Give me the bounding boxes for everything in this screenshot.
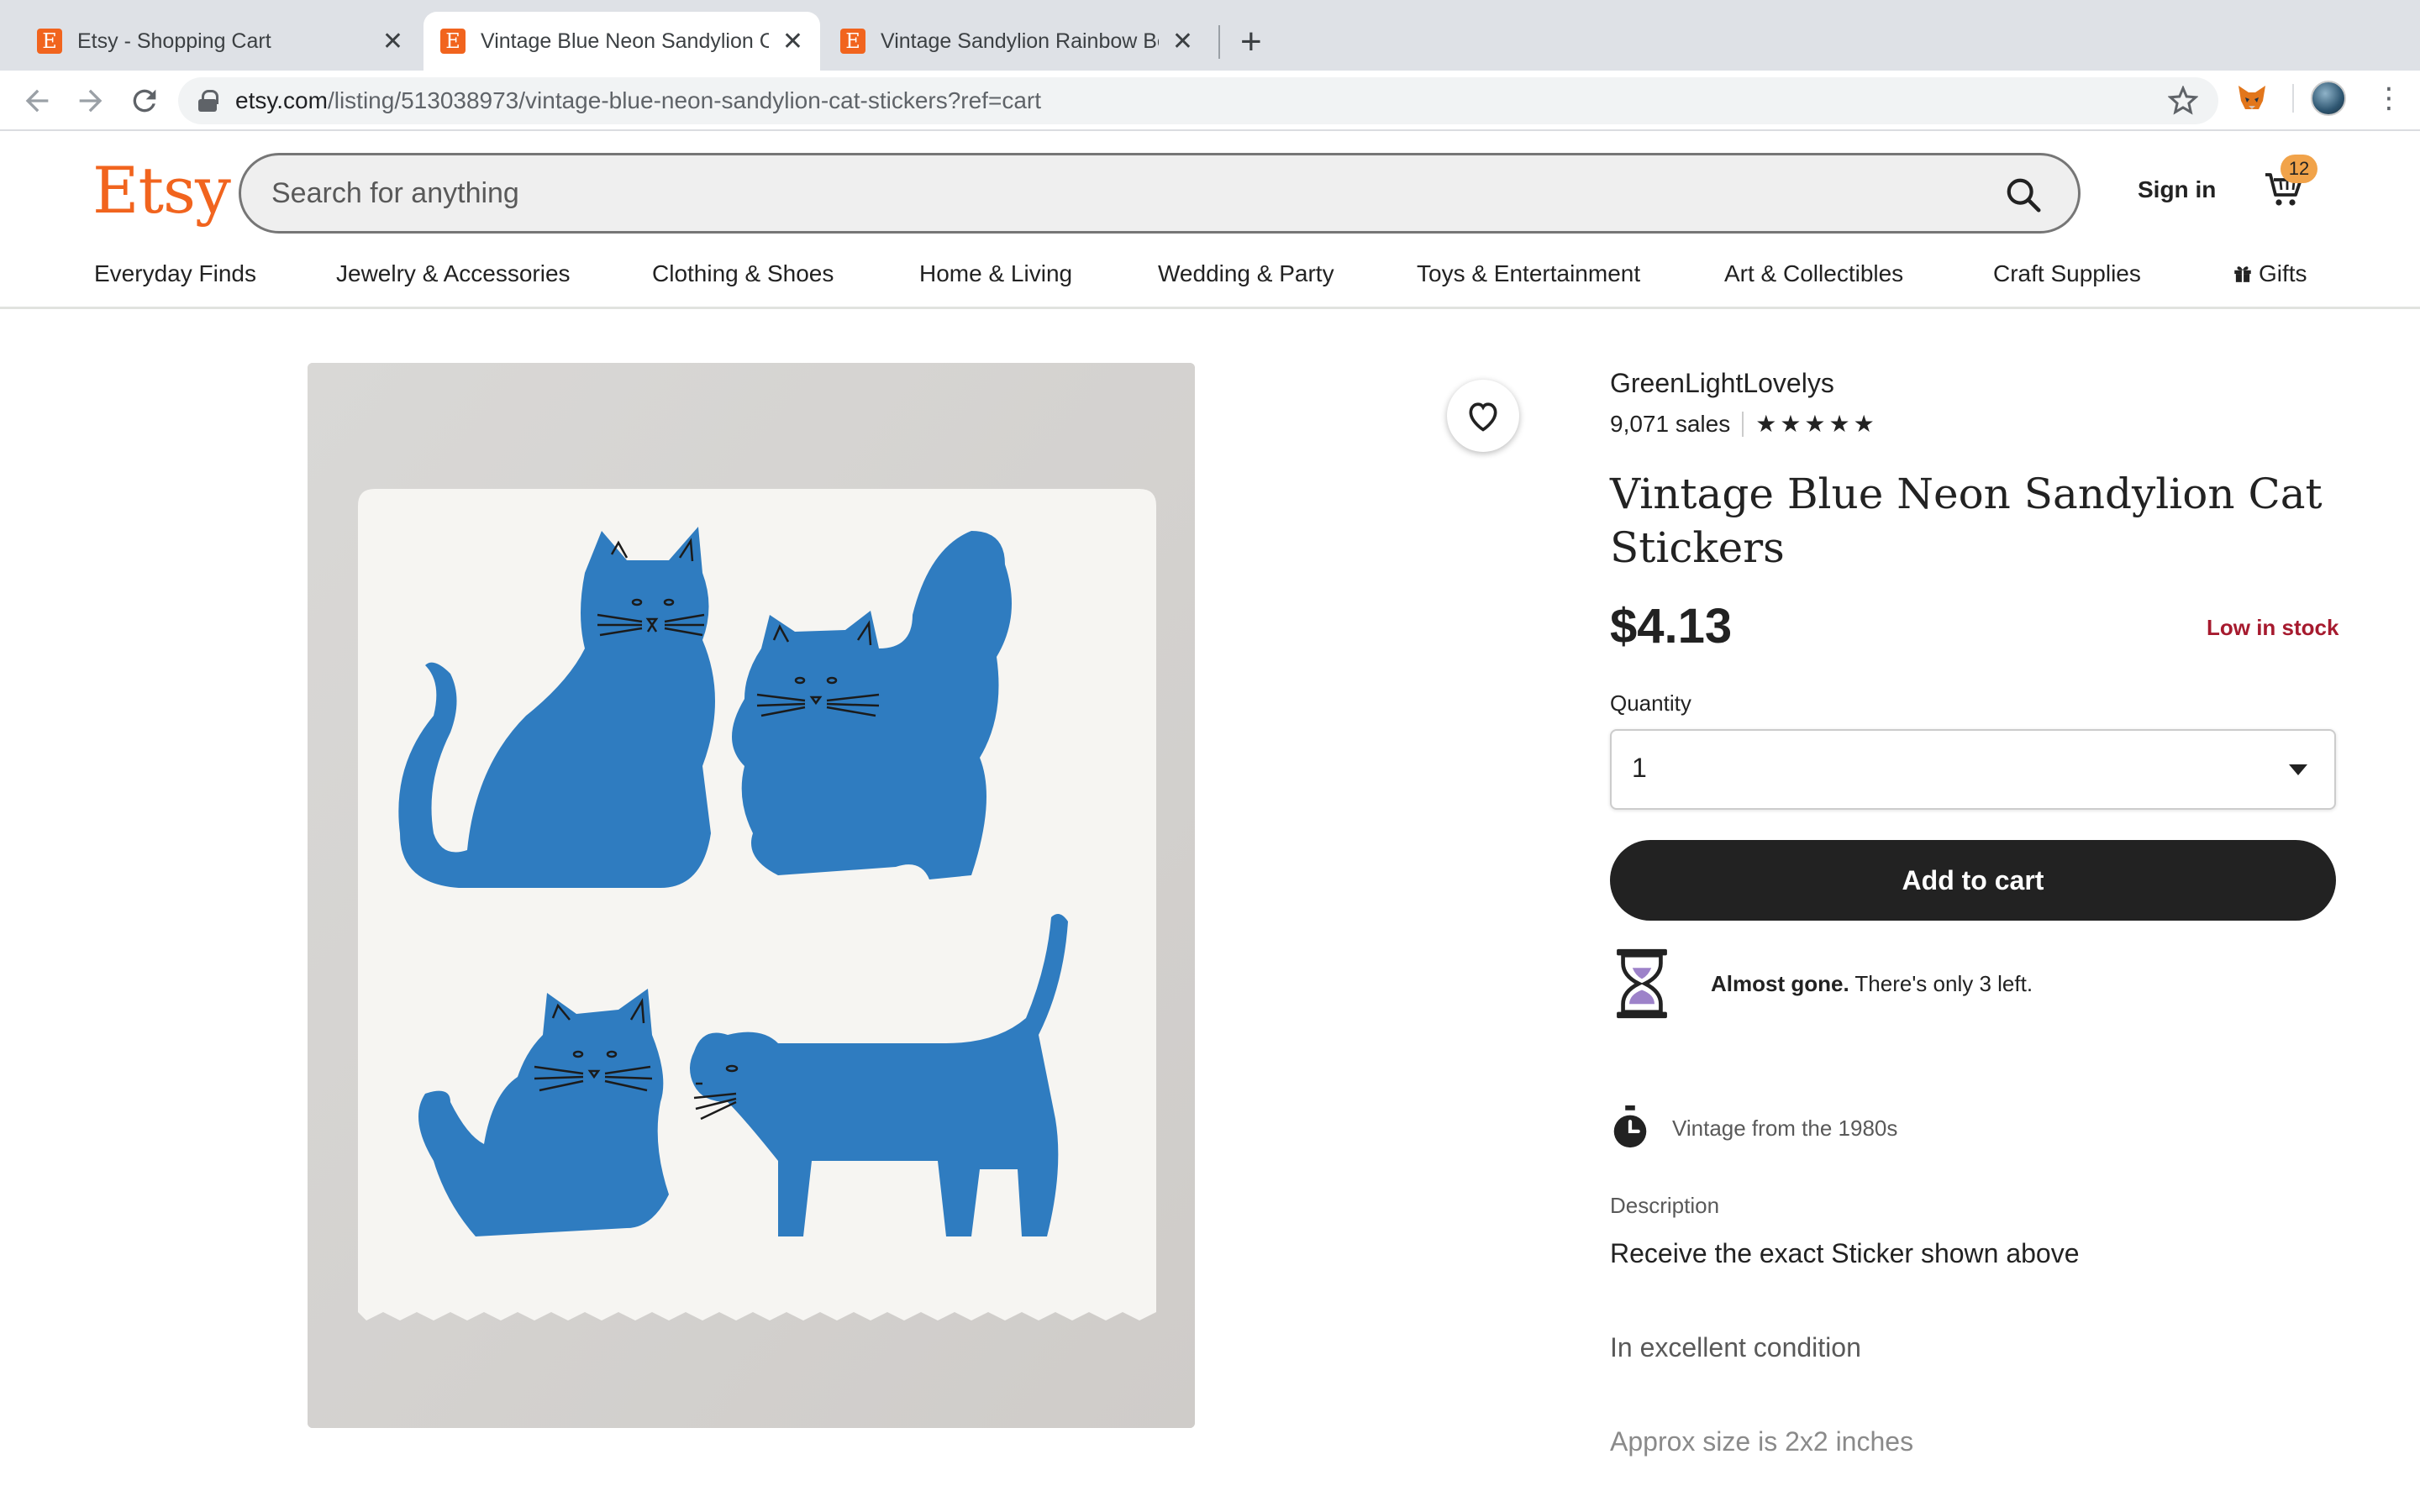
listing-title: Vintage Blue Neon Sandylion Cat Stickers — [1610, 470, 2323, 572]
vintage-note: Vintage from the 1980s — [1610, 1105, 1897, 1151]
almost-gone-notice: Almost gone. There's only 3 left. — [1610, 948, 2336, 1020]
listing-photo[interactable] — [308, 363, 1195, 1428]
search-icon[interactable] — [2004, 176, 2043, 214]
nav-clothing-shoes[interactable]: Clothing & Shoes — [652, 260, 834, 287]
back-arrow-icon[interactable] — [20, 84, 54, 118]
category-nav: Everyday Finds Jewelry & Accessories Clo… — [0, 249, 2420, 309]
tab-title: Vintage Sandylion Rainbow Be — [881, 29, 1159, 53]
address-bar-row: etsy.com/listing/513038973/vintage-blue-… — [0, 71, 2420, 131]
description-heading: Description — [1610, 1193, 1720, 1218]
chevron-down-icon — [2289, 764, 2307, 775]
bookmark-star-icon[interactable] — [2168, 86, 2198, 116]
toolbar-separator — [2292, 84, 2294, 113]
tab-shopping-cart[interactable]: E Etsy - Shopping Cart ✕ — [20, 12, 420, 71]
forward-arrow-icon[interactable] — [74, 84, 108, 118]
nav-toys-entertainment[interactable]: Toys & Entertainment — [1417, 260, 1640, 287]
hourglass-icon — [1617, 948, 1667, 1019]
url-omnibox[interactable]: etsy.com/listing/513038973/vintage-blue-… — [178, 77, 2218, 124]
quantity-label: Quantity — [1610, 690, 1691, 716]
stopwatch-icon — [1613, 1105, 1647, 1148]
etsy-favicon-icon: E — [37, 29, 62, 54]
nav-home-living[interactable]: Home & Living — [919, 260, 1072, 287]
reload-icon[interactable] — [128, 84, 161, 118]
tab-separator — [1218, 25, 1220, 59]
cart-count-badge: 12 — [2281, 155, 2317, 183]
sales-count: 9,071 sales — [1610, 410, 1731, 437]
nav-craft-supplies[interactable]: Craft Supplies — [1993, 260, 2141, 287]
etsy-favicon-icon: E — [440, 29, 466, 54]
browser-tab-strip: E Etsy - Shopping Cart ✕ E Vintage Blue … — [0, 0, 2420, 71]
price: $4.13 — [1610, 599, 1733, 654]
nav-wedding-party[interactable]: Wedding & Party — [1158, 260, 1334, 287]
search-bar — [239, 153, 2081, 234]
stats-divider — [1742, 411, 1744, 437]
etsy-favicon-icon: E — [840, 29, 865, 54]
nav-gifts[interactable]: Gifts — [2232, 260, 2307, 287]
tab-title: Etsy - Shopping Cart — [77, 29, 271, 53]
close-tab-icon[interactable]: ✕ — [782, 27, 803, 56]
cat-stickers-image — [308, 363, 1195, 1428]
profile-avatar[interactable] — [2311, 81, 2346, 116]
sign-in-link[interactable]: Sign in — [2138, 176, 2216, 203]
lock-icon[interactable] — [198, 90, 218, 112]
tab-vintage-rainbow[interactable]: E Vintage Sandylion Rainbow Be ✕ — [823, 12, 1210, 71]
nav-jewelry-accessories[interactable]: Jewelry & Accessories — [336, 260, 571, 287]
description-line: In excellent condition — [1610, 1332, 1861, 1362]
rating-stars-icon[interactable]: ★★★★★ — [1755, 410, 1878, 438]
heart-icon — [1469, 402, 1497, 432]
description-line: Receive the exact Sticker shown above — [1610, 1238, 2080, 1268]
quantity-value: 1 — [1632, 753, 1647, 783]
gift-icon — [2234, 266, 2251, 282]
shop-stats: 9,071 sales ★★★★★ — [1610, 410, 1878, 438]
nav-art-collectibles[interactable]: Art & Collectibles — [1724, 260, 1903, 287]
close-tab-icon[interactable]: ✕ — [1172, 27, 1193, 56]
close-tab-icon[interactable]: ✕ — [382, 27, 403, 56]
favorite-button[interactable] — [1447, 380, 1519, 452]
almost-gone-text: Almost gone. There's only 3 left. — [1711, 970, 2033, 996]
more-menu-icon[interactable]: ⋮ — [2375, 82, 2403, 114]
vintage-text: Vintage from the 1980s — [1672, 1115, 1898, 1141]
tab-vintage-blue-neon[interactable]: E Vintage Blue Neon Sandylion C ✕ — [424, 12, 820, 71]
metamask-fox-icon[interactable] — [2235, 81, 2269, 114]
etsy-logo[interactable]: Etsy — [92, 153, 231, 228]
tab-title: Vintage Blue Neon Sandylion C — [481, 29, 769, 53]
new-tab-button[interactable]: + — [1240, 18, 1262, 66]
url-text[interactable]: etsy.com/listing/513038973/vintage-blue-… — [235, 87, 1041, 114]
search-input[interactable] — [271, 172, 1952, 214]
low-stock-badge: Low in stock — [2207, 615, 2339, 640]
shop-name-link[interactable]: GreenLightLovelys — [1610, 368, 1834, 399]
nav-everyday-finds[interactable]: Everyday Finds — [94, 260, 256, 287]
add-to-cart-button[interactable]: Add to cart — [1610, 840, 2336, 921]
description-line: Approx size is 2x2 inches — [1610, 1426, 1914, 1457]
quantity-select[interactable]: 1 — [1610, 729, 2336, 810]
